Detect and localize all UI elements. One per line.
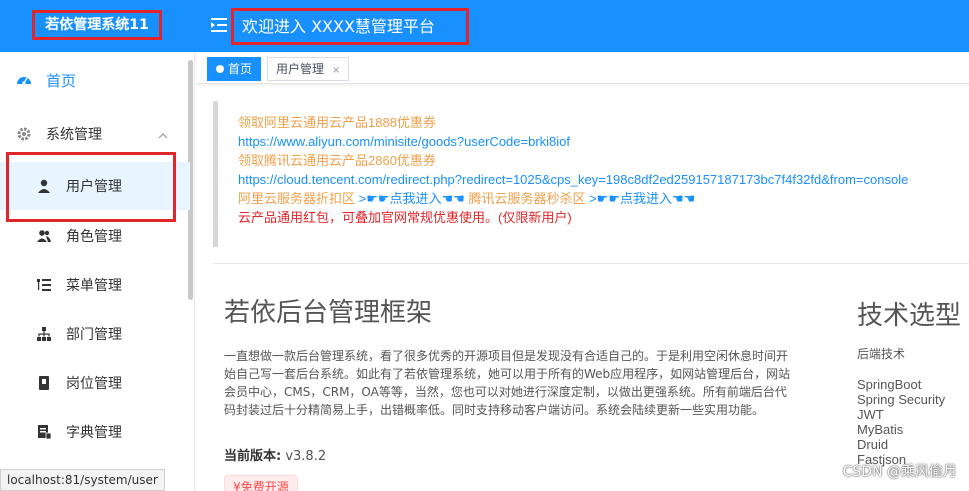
tag-label: 用户管理	[276, 62, 325, 76]
post-icon	[36, 375, 52, 391]
tech-title: 技术选型	[857, 301, 962, 331]
dashboard-icon	[16, 72, 32, 88]
sidebar-item-dept[interactable]: 部门管理	[0, 310, 190, 358]
promo-server-row: 阿里云服务器折扣区 >☛☛点我进入☚☚ 腾讯云服务器秒杀区 >☛☛点我进入☚☚	[238, 189, 969, 208]
peoples-icon	[36, 228, 52, 244]
close-icon[interactable]: ×	[332, 65, 340, 76]
highlight-box	[6, 152, 176, 222]
sidebar-item-label: 首页	[46, 71, 77, 90]
promo-aliyun-link[interactable]: https://www.aliyun.com/minisite/goods?us…	[238, 132, 969, 151]
promo-tencent-server: 腾讯云服务器秒杀区	[468, 191, 586, 206]
sidebar-item-label: 岗位管理	[66, 376, 122, 392]
dot-icon	[216, 65, 224, 73]
tag-user-management[interactable]: 用户管理 ×	[267, 57, 350, 81]
sidebar-item-system[interactable]: 系统管理	[0, 110, 190, 158]
promo-aliyun-server-link[interactable]: >☛☛点我进入☚☚	[355, 191, 468, 206]
promo-aliyun-server: 阿里云服务器折扣区	[238, 191, 356, 206]
gear-icon	[16, 126, 32, 142]
welcome-title: 欢迎进入 XXXX慧管理平台	[231, 8, 469, 45]
tag-label: 首页	[228, 62, 253, 76]
chevron-up-icon	[158, 129, 168, 139]
sidebar: 首页 系统管理 用户管理 角色管理 菜单管理 部门管理 岗位管理 字典管理	[0, 52, 195, 491]
hamburger-icon[interactable]	[209, 15, 229, 35]
logo-bar: 若依管理系统11	[0, 0, 195, 52]
logo-title[interactable]: 若依管理系统11	[32, 10, 162, 40]
browser-status-url: localhost:81/system/user	[0, 469, 165, 491]
promo-red-envelope: 云产品通用红包，可叠加官网常规优惠使用。(仅限新用户)	[238, 210, 572, 225]
tech-item: SpringBoot	[857, 377, 922, 392]
backend-label: 后端技术	[857, 347, 906, 361]
tech-item: Druid	[857, 437, 889, 452]
tech-item: MyBatis	[857, 422, 904, 437]
sidebar-item-label: 系统管理	[46, 127, 102, 143]
promo-panel: 领取阿里云通用云产品1888优惠券 https://www.aliyun.com…	[213, 101, 969, 247]
watermark: CSDN @乘风偷月	[842, 464, 957, 480]
tree-table-icon	[36, 277, 52, 293]
dict-icon	[36, 424, 52, 440]
promo-aliyun-title: 领取阿里云通用云产品1888优惠券	[238, 115, 436, 130]
navbar: 欢迎进入 XXXX慧管理平台	[195, 0, 969, 52]
promo-tencent-title: 领取腾讯云通用云产品2860优惠券	[238, 153, 436, 168]
divider	[213, 263, 969, 264]
version-value: v3.8.2	[281, 449, 327, 464]
tech-item: Spring Security	[857, 392, 946, 407]
intro-title: 若依后台管理框架	[224, 298, 433, 328]
intro-text: 一直想做一款后台管理系统，看了很多优秀的开源项目但是发现没有合适自己的。于是利用…	[224, 349, 791, 417]
sidebar-item-label: 部门管理	[66, 327, 122, 343]
main-content: 领取阿里云通用云产品1888优惠券 https://www.aliyun.com…	[197, 85, 969, 491]
tech-list: SpringBoot Spring Security JWT MyBatis D…	[857, 377, 945, 467]
sidebar-item-dict[interactable]: 字典管理	[0, 408, 190, 456]
tree-icon	[36, 326, 52, 342]
tag-home[interactable]: 首页	[207, 57, 262, 81]
free-open-source-button[interactable]: ¥免费开源	[224, 475, 298, 491]
version-info: 当前版本: v3.8.2	[224, 445, 326, 464]
sidebar-item-menu[interactable]: 菜单管理	[0, 261, 190, 309]
sidebar-item-post[interactable]: 岗位管理	[0, 359, 190, 407]
sidebar-item-label: 字典管理	[66, 425, 122, 441]
version-label: 当前版本:	[224, 449, 282, 464]
tech-item: JWT	[857, 407, 884, 422]
promo-tencent-server-link[interactable]: >☛☛点我进入☚☚	[585, 191, 695, 206]
sidebar-item-home[interactable]: 首页	[0, 56, 190, 104]
sidebar-item-label: 角色管理	[66, 229, 122, 245]
tags-view: 首页 用户管理 ×	[197, 52, 969, 84]
promo-tencent-link[interactable]: https://cloud.tencent.com/redirect.php?r…	[238, 170, 969, 189]
sidebar-item-label: 菜单管理	[66, 278, 122, 294]
